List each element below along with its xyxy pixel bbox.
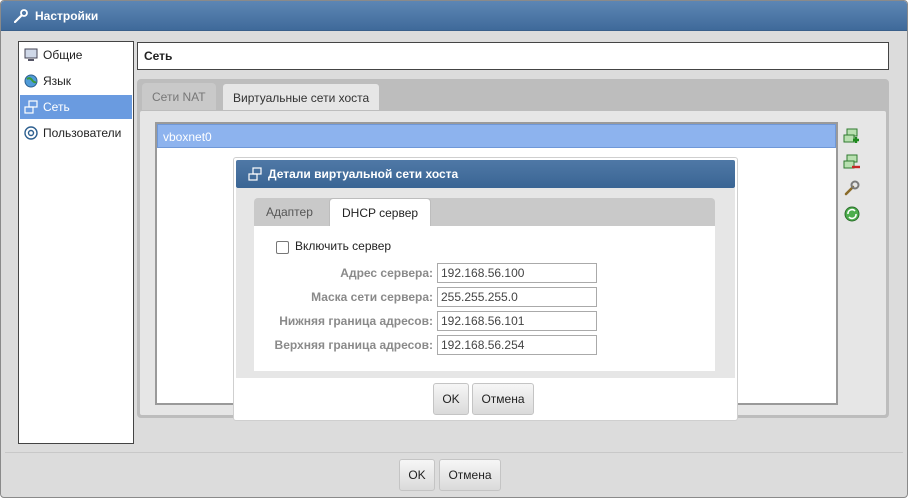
network-icon — [248, 167, 262, 181]
tab-label: Адаптер — [266, 205, 313, 219]
section-header: Сеть — [137, 42, 889, 70]
globe-icon — [24, 74, 38, 88]
sidebar-item-label: Язык — [43, 74, 72, 88]
sidebar-item-label: Сеть — [43, 100, 70, 114]
tab-label: DHCP сервер — [342, 206, 419, 220]
sidebar-item-network[interactable]: Сеть — [20, 95, 132, 119]
tab-adapter[interactable]: Адаптер — [254, 198, 325, 228]
dialog-tabs: Адаптер DHCP сервер — [254, 198, 715, 228]
button-label: OK — [442, 392, 460, 406]
button-label: Отмена — [448, 468, 492, 482]
window-title: Настройки — [35, 9, 99, 23]
monitor-icon — [24, 48, 38, 61]
list-item[interactable]: vboxnet0 — [157, 124, 836, 148]
tab-nat-networks[interactable]: Сети NAT — [142, 83, 216, 111]
dhcp-panel: Включить сервер Адрес сервера: 192.168.5… — [254, 226, 715, 371]
server-mask-field[interactable]: 255.255.255.0 — [437, 287, 597, 307]
sidebar-item-users[interactable]: Пользователи — [20, 121, 132, 145]
server-mask-label: Маска сети сервера: — [311, 290, 433, 304]
dialog-title: Детали виртуальной сети хоста — [268, 167, 459, 181]
tab-host-only-networks[interactable]: Виртуальные сети хоста — [222, 83, 381, 111]
refresh-network-icon[interactable] — [843, 205, 861, 223]
upper-bound-field[interactable]: 192.168.56.254 — [437, 335, 597, 355]
wrench-icon — [14, 9, 28, 23]
enable-server-label[interactable]: Включить сервер — [295, 239, 391, 253]
edit-network-icon[interactable] — [843, 179, 861, 197]
server-address-label: Адрес сервера: — [340, 266, 433, 280]
enable-server-checkbox[interactable] — [276, 241, 289, 254]
ok-button[interactable]: OK — [399, 459, 435, 491]
at-sign-icon — [24, 126, 38, 140]
dialog-titlebar: Детали виртуальной сети хоста — [236, 160, 735, 188]
network-name: vboxnet0 — [163, 130, 212, 144]
window-footer: OK Отмена — [5, 452, 903, 496]
tab-dhcp-server[interactable]: DHCP сервер — [329, 198, 432, 228]
settings-sidebar: Общие Язык Сеть Пользователи — [18, 41, 134, 444]
sidebar-item-label: Пользователи — [43, 126, 122, 140]
add-network-icon[interactable] — [843, 127, 861, 145]
upper-bound-label: Верхняя граница адресов: — [274, 338, 433, 352]
cancel-button[interactable]: Отмена — [439, 459, 501, 491]
sidebar-item-label: Общие — [43, 48, 83, 62]
section-title: Сеть — [144, 49, 173, 63]
settings-window: Настройки Общие Язык Сеть Пользователи С… — [0, 0, 908, 498]
server-address-field[interactable]: 192.168.56.100 — [437, 263, 597, 283]
host-network-details-dialog: Детали виртуальной сети хоста Адаптер DH… — [233, 157, 738, 421]
remove-network-icon[interactable] — [843, 153, 861, 171]
button-label: OK — [408, 468, 426, 482]
lower-bound-field[interactable]: 192.168.56.101 — [437, 311, 597, 331]
dialog-body: Адаптер DHCP сервер Включить сервер Адре… — [236, 188, 735, 378]
dialog-cancel-button[interactable]: Отмена — [472, 383, 534, 415]
button-label: Отмена — [481, 392, 525, 406]
tab-label: Сети NAT — [152, 90, 206, 104]
sidebar-item-general[interactable]: Общие — [20, 43, 132, 67]
tab-label: Виртуальные сети хоста — [233, 91, 370, 105]
dialog-footer: OK Отмена — [236, 378, 735, 420]
sidebar-item-language[interactable]: Язык — [20, 69, 132, 93]
network-icon — [24, 100, 38, 114]
lower-bound-label: Нижняя граница адресов: — [279, 314, 433, 328]
dialog-ok-button[interactable]: OK — [433, 383, 469, 415]
window-titlebar: Настройки — [1, 1, 907, 31]
